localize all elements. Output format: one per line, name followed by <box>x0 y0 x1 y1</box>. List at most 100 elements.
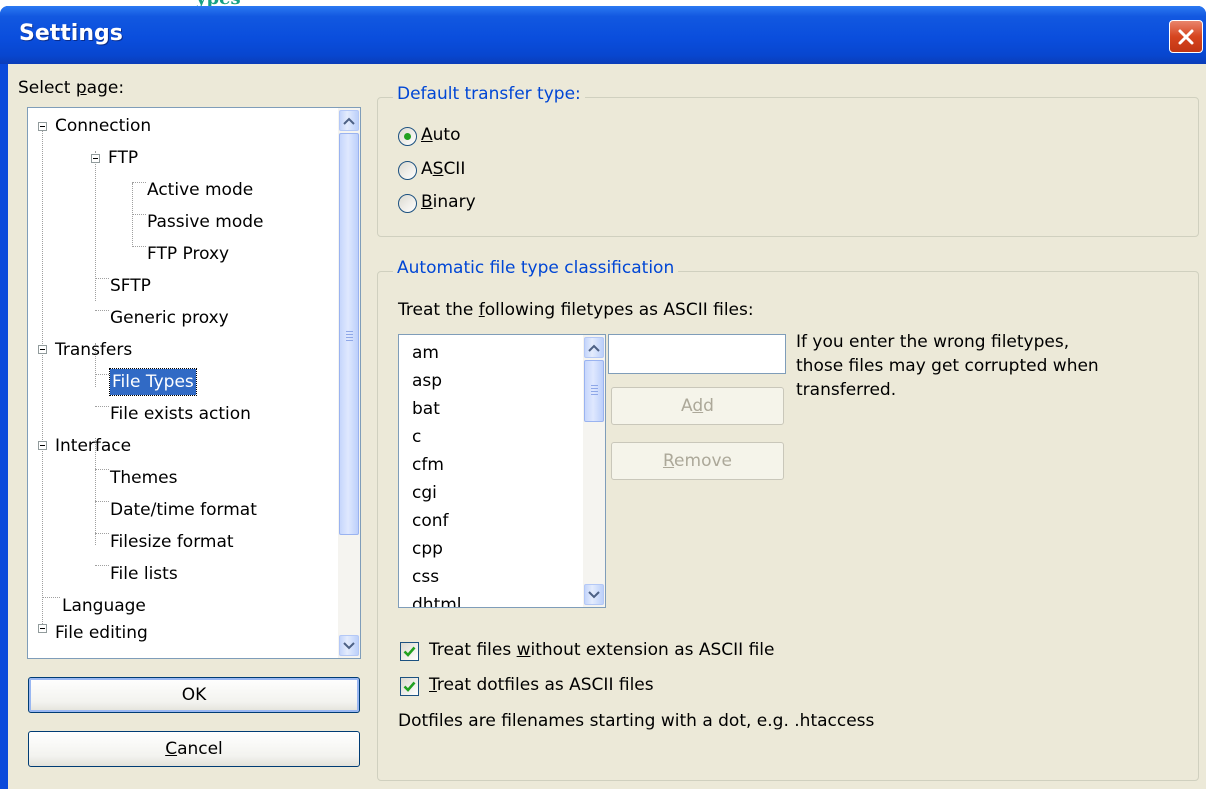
transfer-type-group <box>377 97 1199 237</box>
tree-line <box>42 597 60 598</box>
tree-line <box>132 182 146 183</box>
transfer-type-title: Default transfer type: <box>393 84 585 104</box>
tree-item-filesize-format[interactable]: Filesize format <box>110 529 234 555</box>
close-button[interactable] <box>1169 20 1203 53</box>
tree-line <box>95 310 109 311</box>
settings-dialog: Settings Select page: Connection FTP Act… <box>0 6 1206 789</box>
list-item[interactable]: bat <box>412 395 440 423</box>
filetypes-list[interactable]: am asp bat c cfm cgi conf cpp css dhtml … <box>398 334 606 608</box>
radio-ascii[interactable] <box>398 161 417 180</box>
list-item[interactable]: conf <box>412 507 449 535</box>
list-item[interactable]: css <box>412 563 439 591</box>
checkbox-dotfiles-ascii[interactable] <box>400 677 419 696</box>
classification-title: Automatic file type classification <box>393 258 679 278</box>
checkbox-no-extension-ascii[interactable] <box>400 642 419 661</box>
remove-button-label: Remove <box>662 451 732 471</box>
checkmark-icon <box>403 681 416 692</box>
grip-line <box>591 385 598 386</box>
scroll-down-button[interactable] <box>339 635 359 656</box>
scroll-thumb[interactable] <box>339 133 359 535</box>
filetype-input[interactable] <box>608 334 786 374</box>
list-item[interactable]: c <box>412 423 421 451</box>
close-icon <box>1178 29 1194 44</box>
cancel-button-label: Cancel <box>165 739 223 759</box>
tree-line <box>42 126 43 626</box>
checkbox-no-extension-label[interactable]: Treat files without extension as ASCII f… <box>429 640 775 660</box>
scroll-down-button[interactable] <box>584 584 604 605</box>
treat-following-label: Treat the following filetypes as ASCII f… <box>398 300 754 320</box>
grip-line <box>346 340 353 341</box>
radio-binary-label[interactable]: Binary <box>421 192 476 212</box>
dotfiles-note: Dotfiles are filenames starting with a d… <box>398 711 875 731</box>
tree-line <box>132 214 146 215</box>
grip-line <box>591 391 598 392</box>
tree-item-connection[interactable]: Connection <box>55 113 151 139</box>
tree-item-passive-mode[interactable]: Passive mode <box>147 209 263 235</box>
collapse-icon[interactable] <box>91 154 100 163</box>
tree-line <box>95 533 109 534</box>
radio-ascii-label[interactable]: ASCII <box>421 159 465 179</box>
hint-line-2: those files may get corrupted when <box>796 356 1099 376</box>
scroll-thumb[interactable] <box>584 360 604 422</box>
grip-line <box>591 388 598 389</box>
tree-item-ftp[interactable]: FTP <box>108 145 138 171</box>
add-button-label: Add <box>681 396 714 416</box>
radio-auto-label[interactable]: Auto <box>421 125 460 145</box>
ok-button-label: OK <box>181 685 207 705</box>
radio-auto[interactable] <box>398 127 417 146</box>
tree-item-ftp-proxy[interactable]: FTP Proxy <box>147 241 229 267</box>
list-item[interactable]: cgi <box>412 479 437 507</box>
tree-item-file-exists-action[interactable]: File exists action <box>110 401 251 427</box>
list-item[interactable]: asp <box>412 367 442 395</box>
filetypes-scrollbar[interactable] <box>583 335 605 607</box>
tree-item-themes[interactable]: Themes <box>110 465 178 491</box>
list-item[interactable]: am <box>412 339 439 367</box>
tree-line <box>95 406 109 407</box>
tree-item-transfers[interactable]: Transfers <box>55 337 132 363</box>
grip-line <box>591 394 598 395</box>
title-bar[interactable]: Settings <box>0 6 1206 64</box>
window-title: Settings <box>19 21 123 46</box>
list-item[interactable]: cpp <box>412 535 443 563</box>
hint-line-3: transferred. <box>796 380 897 400</box>
tree-item-file-lists[interactable]: File lists <box>110 561 178 587</box>
remove-button[interactable]: Remove <box>611 442 784 480</box>
collapse-icon[interactable] <box>38 441 47 450</box>
tree-item-file-types[interactable]: File Types <box>109 368 197 396</box>
add-button[interactable]: Add <box>611 387 784 425</box>
list-item[interactable]: dhtml <box>412 591 462 607</box>
select-page-label: Select page: <box>18 78 125 98</box>
tree-item-file-editing[interactable]: File editing <box>55 620 148 646</box>
chevron-up-icon <box>343 117 355 125</box>
tree-line <box>132 246 146 247</box>
collapse-icon[interactable] <box>38 345 47 354</box>
tree-line <box>95 565 109 566</box>
tree-line <box>132 183 133 247</box>
scroll-up-button[interactable] <box>339 110 359 131</box>
tree-scrollbar[interactable] <box>338 108 360 658</box>
collapse-icon[interactable] <box>38 624 47 633</box>
tree-line <box>95 374 109 375</box>
collapse-icon[interactable] <box>38 122 47 131</box>
radio-binary[interactable] <box>398 194 417 213</box>
tree-item-sftp[interactable]: SFTP <box>110 273 151 299</box>
chevron-down-icon <box>343 641 355 649</box>
tree-item-interface[interactable]: Interface <box>55 433 131 459</box>
tree-item-date-time-format[interactable]: Date/time format <box>110 497 257 523</box>
grip-line <box>346 334 353 335</box>
page-tree[interactable]: Connection FTP Active mode Passive mode … <box>27 107 361 659</box>
tree-item-generic-proxy[interactable]: Generic proxy <box>110 305 229 331</box>
dialog-body: Select page: Connection FTP Active mode … <box>8 64 1206 789</box>
ok-button[interactable]: OK <box>28 677 360 713</box>
checkbox-dotfiles-label[interactable]: Treat dotfiles as ASCII files <box>429 675 654 695</box>
scroll-up-button[interactable] <box>584 337 604 358</box>
tree-item-active-mode[interactable]: Active mode <box>147 177 253 203</box>
tree-item-language[interactable]: Language <box>62 593 146 619</box>
chevron-up-icon <box>588 344 600 352</box>
cancel-button[interactable]: Cancel <box>28 731 360 767</box>
chevron-down-icon <box>588 590 600 598</box>
list-item[interactable]: cfm <box>412 451 444 479</box>
tree-line <box>95 469 109 470</box>
checkmark-icon <box>403 646 416 657</box>
grip-line <box>346 337 353 338</box>
